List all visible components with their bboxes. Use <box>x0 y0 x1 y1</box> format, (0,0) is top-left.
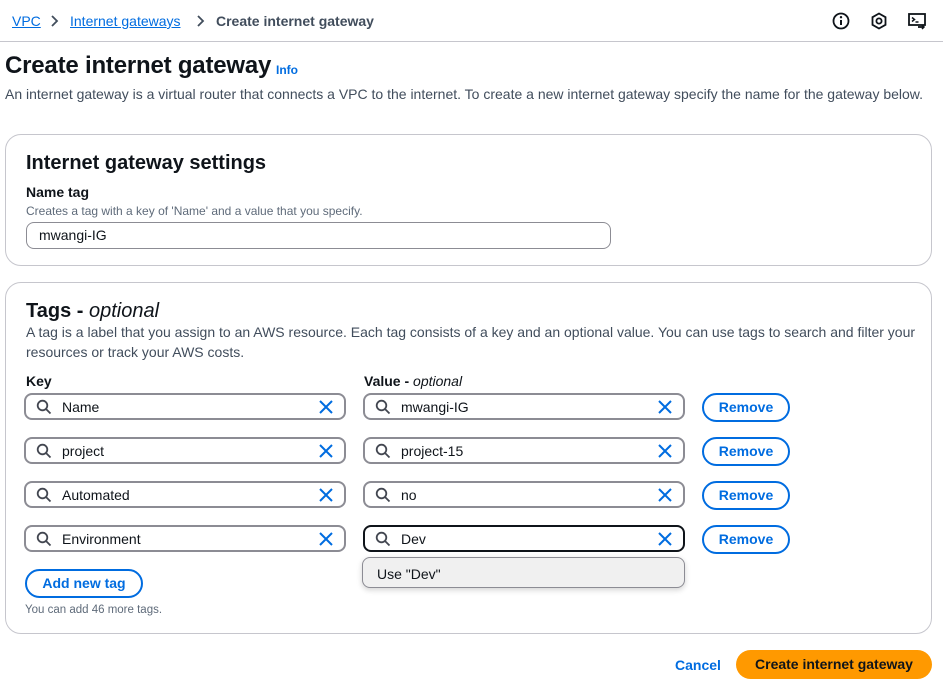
settings-panel-title: Internet gateway settings <box>26 152 267 174</box>
search-icon <box>375 487 391 503</box>
clear-icon[interactable] <box>318 399 334 415</box>
clear-icon[interactable] <box>657 487 673 503</box>
tag-value-value: Dev <box>401 531 426 547</box>
info-link[interactable]: Info <box>276 63 298 77</box>
cancel-button[interactable]: Cancel <box>675 657 721 673</box>
remove-tag-button[interactable]: Remove <box>702 525 790 554</box>
top-bar: VPC Internet gateways Create internet ga… <box>0 0 943 42</box>
search-icon <box>375 443 391 459</box>
tags-panel-title: Tags - optional <box>26 300 160 322</box>
tag-value-input[interactable]: mwangi-IG <box>363 393 685 420</box>
cloudshell-icon[interactable] <box>907 11 927 31</box>
chevron-right-icon <box>197 15 205 27</box>
value-column-label: Value - optional <box>364 373 463 389</box>
clear-icon[interactable] <box>318 443 334 459</box>
search-icon <box>36 487 52 503</box>
tag-value-value: mwangi-IG <box>401 399 469 415</box>
add-new-tag-button[interactable]: Add new tag <box>25 569 143 598</box>
tags-description: A tag is a label that you assign to an A… <box>26 324 916 360</box>
name-tag-hint: Creates a tag with a key of 'Name' and a… <box>26 204 363 218</box>
tag-value-input[interactable]: Dev <box>363 525 685 552</box>
internet-gateway-settings-panel: Internet gateway settings Name tag Creat… <box>5 134 932 266</box>
tag-key-input[interactable]: project <box>24 437 346 464</box>
tag-key-value: Name <box>62 399 100 415</box>
name-tag-label: Name tag <box>26 184 90 200</box>
tag-key-input[interactable]: Name <box>24 393 346 420</box>
tag-key-input[interactable]: Environment <box>24 525 346 552</box>
tag-value-input[interactable]: project-15 <box>363 437 685 464</box>
key-column-label: Key <box>26 373 52 389</box>
tag-limit-hint: You can add 46 more tags. <box>25 604 163 616</box>
tag-key-value: Automated <box>62 487 130 503</box>
search-icon <box>375 531 391 547</box>
search-icon <box>36 399 52 415</box>
breadcrumb-vpc[interactable]: VPC <box>12 12 41 30</box>
search-icon <box>375 399 391 415</box>
tag-key-value: Environment <box>62 531 141 547</box>
page-title: Create internet gateway <box>5 52 272 79</box>
clear-icon[interactable] <box>657 443 673 459</box>
remove-tag-button[interactable]: Remove <box>702 393 790 422</box>
chevron-right-icon <box>51 15 59 27</box>
tag-value-input[interactable]: no <box>363 481 685 508</box>
create-internet-gateway-button[interactable]: Create internet gateway <box>736 650 932 679</box>
page-description: An internet gateway is a virtual router … <box>5 86 924 102</box>
search-icon <box>36 531 52 547</box>
breadcrumb-internet-gateways[interactable]: Internet gateways <box>70 12 181 30</box>
tag-value-value: project-15 <box>401 443 464 459</box>
tag-value-value: no <box>401 487 417 503</box>
tag-key-input[interactable]: Automated <box>24 481 346 508</box>
clear-icon[interactable] <box>657 531 673 547</box>
suggestion-option[interactable]: Use "Dev" <box>377 566 441 582</box>
remove-tag-button[interactable]: Remove <box>702 437 790 466</box>
name-tag-input[interactable]: mwangi-IG <box>26 222 611 249</box>
remove-tag-button[interactable]: Remove <box>702 481 790 510</box>
search-icon <box>36 443 52 459</box>
clear-icon[interactable] <box>318 487 334 503</box>
clear-icon[interactable] <box>318 531 334 547</box>
settings-hex-icon[interactable] <box>869 11 889 31</box>
info-circle-icon[interactable] <box>831 11 851 31</box>
clear-icon[interactable] <box>657 399 673 415</box>
value-suggestion-dropdown: Use "Dev" <box>362 557 685 588</box>
tag-key-value: project <box>62 443 105 459</box>
breadcrumb-current: Create internet gateway <box>216 13 374 29</box>
